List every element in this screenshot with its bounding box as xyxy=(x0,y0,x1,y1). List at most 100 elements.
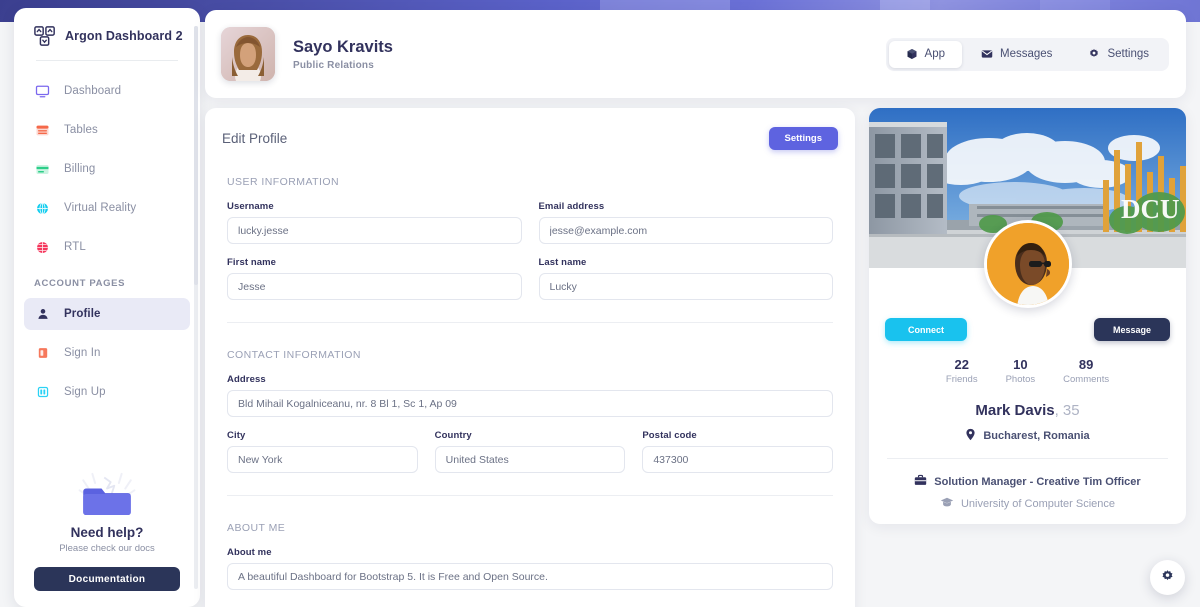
header-tabs: App Messages Settings xyxy=(886,38,1169,71)
form-row: Username Email address xyxy=(222,201,838,244)
field-label: Postal code xyxy=(642,430,833,441)
sidebar-nav: Dashboard Tables Billing xyxy=(14,61,200,408)
settings-fab-button[interactable] xyxy=(1150,560,1185,595)
help-title: Need help? xyxy=(34,525,180,540)
sidebar-item-label: Tables xyxy=(64,124,98,136)
field-label: Username xyxy=(227,201,522,212)
map-pin-icon xyxy=(965,428,976,444)
field-label: Address xyxy=(227,374,833,385)
sidebar-item-rtl[interactable]: RTL xyxy=(24,231,190,263)
field-country: Country xyxy=(435,430,626,473)
sidebar-item-virtual-reality[interactable]: Virtual Reality xyxy=(24,192,190,224)
sign-up-icon xyxy=(34,384,51,401)
profile-location: Bucharest, Romania xyxy=(869,428,1186,444)
documentation-button[interactable]: Documentation xyxy=(34,567,180,591)
user-profile-card: DCU Connect Message 22 Friends xyxy=(869,108,1186,524)
field-postal-code: Postal code xyxy=(642,430,833,473)
sidebar-item-tables[interactable]: Tables xyxy=(24,114,190,146)
brand-name: Argon Dashboard 2 xyxy=(65,29,183,43)
argon-logo-icon xyxy=(34,25,56,47)
field-about-me: About me xyxy=(227,547,833,590)
stat-label: Comments xyxy=(1063,374,1109,385)
profile-divider xyxy=(887,458,1168,459)
sidebar-item-billing[interactable]: Billing xyxy=(24,153,190,185)
avatar[interactable] xyxy=(221,27,275,81)
profile-location-text: Bucharest, Romania xyxy=(983,430,1089,442)
profile-name: Mark Davis, 35 xyxy=(869,402,1186,419)
sidebar-item-dashboard[interactable]: Dashboard xyxy=(24,75,190,107)
stat-label: Photos xyxy=(1006,374,1036,385)
graduation-cap-icon xyxy=(940,496,954,511)
sidebar-item-label: RTL xyxy=(64,241,86,253)
edit-profile-header: Edit Profile Settings xyxy=(222,127,838,150)
header-role: Public Relations xyxy=(293,60,393,71)
postal-code-input[interactable] xyxy=(642,446,833,473)
form-row: First name Last name xyxy=(222,257,838,300)
about-me-input[interactable] xyxy=(227,563,833,590)
field-city: City xyxy=(227,430,418,473)
email-field[interactable] xyxy=(539,217,834,244)
stat-value: 10 xyxy=(1006,357,1036,372)
cover-sign-text: DCU xyxy=(1121,194,1180,224)
vr-globe-icon xyxy=(34,200,51,217)
help-subtitle: Please check our docs xyxy=(34,543,180,554)
briefcase-icon xyxy=(914,474,927,489)
section-divider xyxy=(227,495,833,496)
tab-label: Settings xyxy=(1107,48,1149,60)
stat-friends: 22 Friends xyxy=(946,357,978,385)
profile-job-text: Solution Manager - Creative Tim Officer xyxy=(934,476,1140,488)
sidebar-item-label: Billing xyxy=(64,163,95,175)
sidebar-item-label: Sign In xyxy=(64,347,101,359)
field-label: About me xyxy=(227,547,833,558)
tab-messages[interactable]: Messages xyxy=(964,41,1069,68)
header-identity: Sayo Kravits Public Relations xyxy=(293,38,393,71)
city-input[interactable] xyxy=(227,446,418,473)
sidebar-section-account-pages: ACCOUNT PAGES xyxy=(24,270,190,298)
cube-icon xyxy=(906,48,918,60)
profile-education: University of Computer Science xyxy=(869,496,1186,511)
globe-grid-icon xyxy=(34,239,51,256)
tab-settings[interactable]: Settings xyxy=(1071,41,1166,68)
first-name-input[interactable] xyxy=(227,273,522,300)
country-input[interactable] xyxy=(435,446,626,473)
sidebar-item-sign-up[interactable]: Sign Up xyxy=(24,376,190,408)
profile-avatar-photo[interactable] xyxy=(984,220,1072,308)
sidebar-item-label: Dashboard xyxy=(64,85,121,97)
message-button[interactable]: Message xyxy=(1094,318,1170,341)
page-title: Sayo Kravits xyxy=(293,38,393,57)
field-email: Email address xyxy=(539,201,834,244)
tab-app[interactable]: App xyxy=(889,41,962,68)
sidebar-item-label: Sign Up xyxy=(64,386,106,398)
settings-button[interactable]: Settings xyxy=(769,127,838,150)
profile-education-text: University of Computer Science xyxy=(961,498,1115,510)
brand[interactable]: Argon Dashboard 2 xyxy=(14,8,200,47)
field-label: First name xyxy=(227,257,522,268)
form-row: About me xyxy=(222,547,838,590)
sidebar-item-sign-in[interactable]: Sign In xyxy=(24,337,190,369)
connect-button[interactable]: Connect xyxy=(885,318,967,341)
table-icon xyxy=(34,122,51,139)
stat-value: 89 xyxy=(1063,357,1109,372)
profile-header-card: Sayo Kravits Public Relations App Messag… xyxy=(205,10,1186,98)
profile-name-text: Mark Davis xyxy=(975,402,1054,419)
form-row: Address xyxy=(222,374,838,417)
last-name-input[interactable] xyxy=(539,273,834,300)
field-label: City xyxy=(227,430,418,441)
sidebar-item-profile[interactable]: Profile xyxy=(24,298,190,330)
form-row: City Country Postal code xyxy=(222,430,838,473)
sidebar-scrollbar[interactable] xyxy=(194,26,198,589)
profile-job: Solution Manager - Creative Tim Officer xyxy=(869,474,1186,489)
address-input[interactable] xyxy=(227,390,833,417)
folder-docs-icon xyxy=(34,464,180,520)
field-label: Last name xyxy=(539,257,834,268)
field-last-name: Last name xyxy=(539,257,834,300)
section-user-information: USER INFORMATION xyxy=(227,176,838,188)
field-label: Country xyxy=(435,430,626,441)
help-card: Need help? Please check our docs Documen… xyxy=(14,464,200,591)
tab-label: Messages xyxy=(1000,48,1052,60)
gear-icon xyxy=(1088,48,1100,60)
field-address: Address xyxy=(227,374,833,417)
username-input[interactable] xyxy=(227,217,522,244)
section-contact-information: CONTACT INFORMATION xyxy=(227,349,838,361)
field-first-name: First name xyxy=(227,257,522,300)
